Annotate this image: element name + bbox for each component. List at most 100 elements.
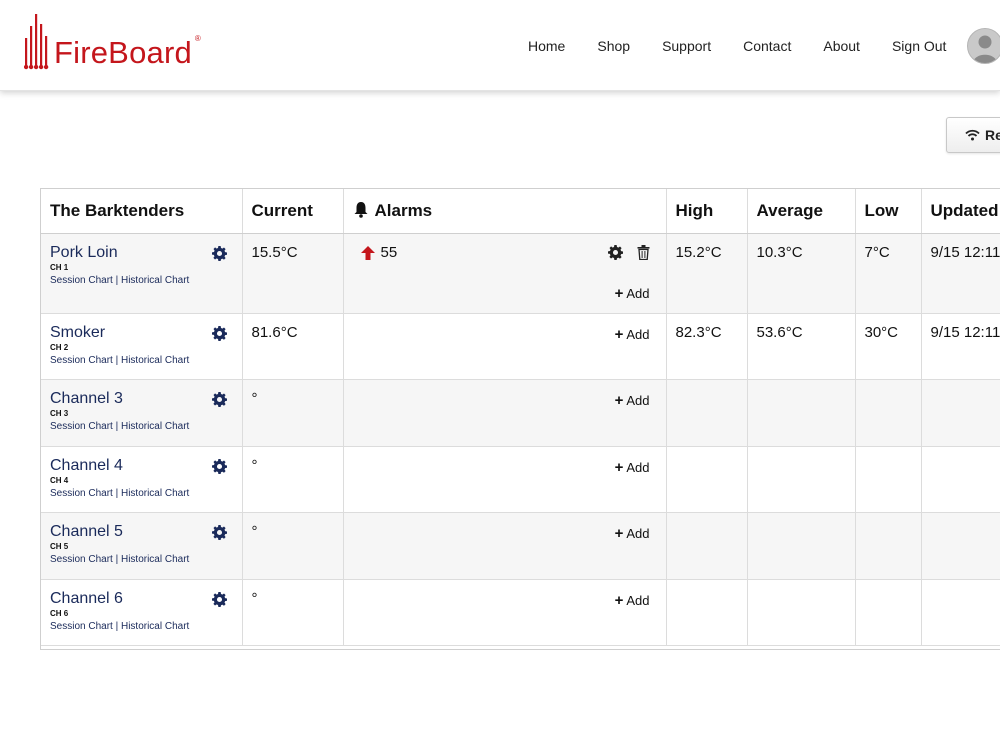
table-body: Pork Loin CH 1 Session Chart | Historica… [41,233,1000,646]
session-chart-link[interactable]: Session Chart [50,621,113,632]
add-alarm-button[interactable]: + Add [353,285,650,302]
brand-name: FireBoard ® [54,35,201,70]
alarms-cell: + Add [343,313,667,380]
chart-links: Session Chart | Historical Chart [50,488,233,499]
flame-bars-icon [24,14,49,70]
channels-table-container: The Barktenders Current Alarms High Aver… [40,188,1000,650]
channel-number: CH 2 [50,343,69,352]
bell-icon [353,201,369,218]
add-alarm-label: Add [626,393,650,408]
add-alarm-button[interactable]: + Add [353,459,650,476]
current-temp: 81.6°C [242,313,344,380]
user-avatar[interactable] [967,28,1000,64]
average-temp: 53.6°C [747,313,856,380]
add-alarm-button[interactable]: + Add [353,525,650,542]
nav-contact[interactable]: Contact [743,38,791,54]
chart-links: Session Chart | Historical Chart [50,355,233,366]
plus-icon: + [614,592,624,609]
site-header: FireBoard ® Home Shop Support Contact Abo… [0,0,1000,91]
fireboard-logo[interactable]: FireBoard ® [24,12,201,70]
alarm-entry: 55 [353,244,650,261]
session-chart-link[interactable]: Session Chart [50,421,113,432]
channel-name[interactable]: Channel 5 [50,523,123,541]
historical-chart-link[interactable]: Historical Chart [121,621,189,632]
add-alarm-button[interactable]: + Add [353,326,650,343]
high-temp [666,579,748,646]
add-alarm-button[interactable]: + Add [353,392,650,409]
session-chart-link[interactable]: Session Chart [50,355,113,366]
gear-icon[interactable] [211,458,227,474]
channel-cell: Channel 5 CH 5 Session Chart | Historica… [41,512,243,580]
average-temp [747,379,856,447]
high-temp: 82.3°C [666,313,748,380]
historical-chart-link[interactable]: Historical Chart [121,554,189,565]
link-separator: | [112,421,121,432]
header-alarms: Alarms [343,189,667,234]
add-alarm-label: Add [626,327,650,342]
alarms-cell: + Add [343,512,667,580]
gear-icon[interactable] [211,524,227,540]
channel-cell: Channel 6 CH 6 Session Chart | Historica… [41,579,243,646]
alarm-value: 55 [353,244,397,261]
average-temp: 10.3°C [747,233,856,314]
link-separator: | [112,621,121,632]
main-nav: Home Shop Support Contact About Sign Out [528,38,978,54]
nav-about[interactable]: About [823,38,860,54]
channel-name[interactable]: Channel 4 [50,457,123,475]
alarm-settings-gear-icon[interactable] [607,245,623,260]
header-low: Low [855,189,922,234]
channel-cell: Channel 4 CH 4 Session Chart | Historica… [41,446,243,513]
user-silhouette-icon [973,35,997,63]
historical-chart-link[interactable]: Historical Chart [121,421,189,432]
updated-time [921,446,1000,513]
historical-chart-link[interactable]: Historical Chart [121,275,189,286]
registered-mark: ® [194,34,201,43]
channel-name[interactable]: Channel 6 [50,590,123,608]
plus-icon: + [614,326,624,343]
nav-home[interactable]: Home [528,38,565,54]
nav-support[interactable]: Support [662,38,711,54]
refresh-button[interactable]: Re [946,117,1000,153]
link-separator: | [112,355,121,366]
gear-icon[interactable] [211,325,227,341]
current-temp: ° [242,579,344,646]
average-temp [747,446,856,513]
plus-icon: + [614,525,624,542]
table-row: Channel 6 CH 6 Session Chart | Historica… [41,579,1000,646]
channel-name[interactable]: Smoker [50,324,105,342]
channel-number: CH 4 [50,476,69,485]
historical-chart-link[interactable]: Historical Chart [121,488,189,499]
channel-name[interactable]: Channel 3 [50,390,123,408]
header-average: Average [747,189,856,234]
gear-icon[interactable] [211,245,227,261]
current-temp: ° [242,379,344,447]
header-current: Current [242,189,344,234]
channel-cell: Pork Loin CH 1 Session Chart | Historica… [41,233,243,314]
average-temp [747,579,856,646]
channel-cell: Smoker CH 2 Session Chart | Historical C… [41,313,243,380]
gear-icon[interactable] [211,391,227,407]
low-temp [855,446,922,513]
channel-number: CH 6 [50,609,69,618]
low-temp: 30°C [855,313,922,380]
alarms-cell: + Add [343,379,667,447]
plus-icon: + [614,459,624,476]
session-chart-link[interactable]: Session Chart [50,554,113,565]
alarms-cell: 55 + Add [343,233,667,314]
session-chart-link[interactable]: Session Chart [50,275,113,286]
add-alarm-button[interactable]: + Add [353,592,650,609]
trash-icon[interactable] [637,245,650,260]
gear-icon[interactable] [211,591,227,607]
add-alarm-label: Add [626,526,650,541]
chart-links: Session Chart | Historical Chart [50,554,233,565]
add-alarm-label: Add [626,460,650,475]
table-row: Channel 3 CH 3 Session Chart | Historica… [41,379,1000,447]
alarms-cell: + Add [343,579,667,646]
updated-time [921,579,1000,646]
nav-shop[interactable]: Shop [597,38,630,54]
channel-name[interactable]: Pork Loin [50,244,118,262]
historical-chart-link[interactable]: Historical Chart [121,355,189,366]
session-chart-link[interactable]: Session Chart [50,488,113,499]
nav-sign-out[interactable]: Sign Out [892,38,946,54]
refresh-label: Re [985,127,1000,143]
